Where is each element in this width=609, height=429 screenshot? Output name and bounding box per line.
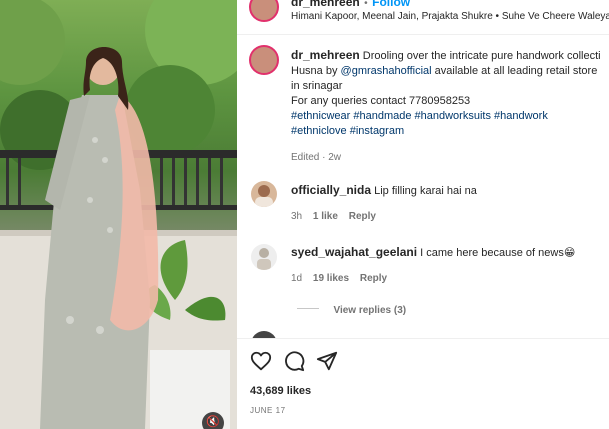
actions-section: 43,689 likes JUNE 17 [237,339,609,429]
mute-icon[interactable]: 🔇 [202,412,224,429]
caption-body: dr_mehreen Drooling over the intricate p… [291,48,609,165]
likes-count[interactable]: 43,689 likes [250,385,311,397]
share-icon[interactable] [316,350,338,372]
caption-edited-time: Edited · 2w [291,152,342,163]
caption-username[interactable]: dr_mehreen [291,48,360,62]
caption-mention[interactable]: @gmrashahofficial [341,65,432,77]
caption-line-2-post: available at all leading retail store [434,65,598,77]
comment-avatar[interactable] [251,244,277,270]
post-date: JUNE 17 [250,406,286,415]
post-photo-illustration [0,0,237,429]
caption-line-4: For any queries contact 7780958253 [291,95,471,107]
comment-likes[interactable]: 1 like [313,211,338,222]
avatar-illustration [255,185,273,207]
comment-icon[interactable] [283,350,305,372]
caption-avatar[interactable] [249,45,279,75]
post-details-pane: dr_mehreen • Follow Himani Kapoor, Meena… [237,0,609,429]
comment-1: officially_nida Lip filling karai hai na [291,183,477,199]
comment-2-meta: 1d 19 likes Reply [291,273,387,284]
comment-1-meta: 3h 1 like Reply [291,211,376,222]
audio-collab-line[interactable]: Himani Kapoor, Meenal Jain, Prajakta Shu… [291,11,609,22]
follow-button[interactable]: Follow [372,0,410,9]
view-replies-line [297,308,319,310]
comment-text: I came here because of news😁 [420,247,576,259]
avatar-illustration [257,248,271,270]
comment-reply-button[interactable]: Reply [349,211,376,222]
comment-avatar[interactable] [251,181,277,207]
caption-hashtags-2[interactable]: #ethniclove #instagram [291,124,609,139]
comment-likes[interactable]: 19 likes [313,273,349,284]
comment-reply-button[interactable]: Reply [360,273,387,284]
comment-time: 3h [291,211,303,222]
caption-line-2-pre: Husna by [291,65,338,77]
caption-line-3: in srinagar [291,80,343,92]
view-replies[interactable]: View replies (3) [297,300,406,318]
comment-text: Lip filling karai hai na [374,185,477,197]
post-header: dr_mehreen • Follow Himani Kapoor, Meena… [237,0,609,35]
view-replies-label[interactable]: View replies (3) [333,305,406,316]
post-image[interactable]: 🔇 [0,0,237,429]
comment-username[interactable]: syed_wajahat_geelani [291,245,417,259]
comment-username[interactable]: officially_nida [291,183,371,197]
heart-icon[interactable] [250,350,272,372]
comment-2: syed_wajahat_geelani I came here because… [291,245,575,261]
caption-hashtags-1[interactable]: #ethnicwear #handmade #handworksuits #ha… [291,109,609,124]
header-username[interactable]: dr_mehreen [291,0,360,9]
comment-time: 1d [291,273,303,284]
author-avatar[interactable] [249,0,279,22]
caption-line-1: Drooling over the intricate pure handwor… [362,50,601,62]
header-separator: • [364,0,368,9]
